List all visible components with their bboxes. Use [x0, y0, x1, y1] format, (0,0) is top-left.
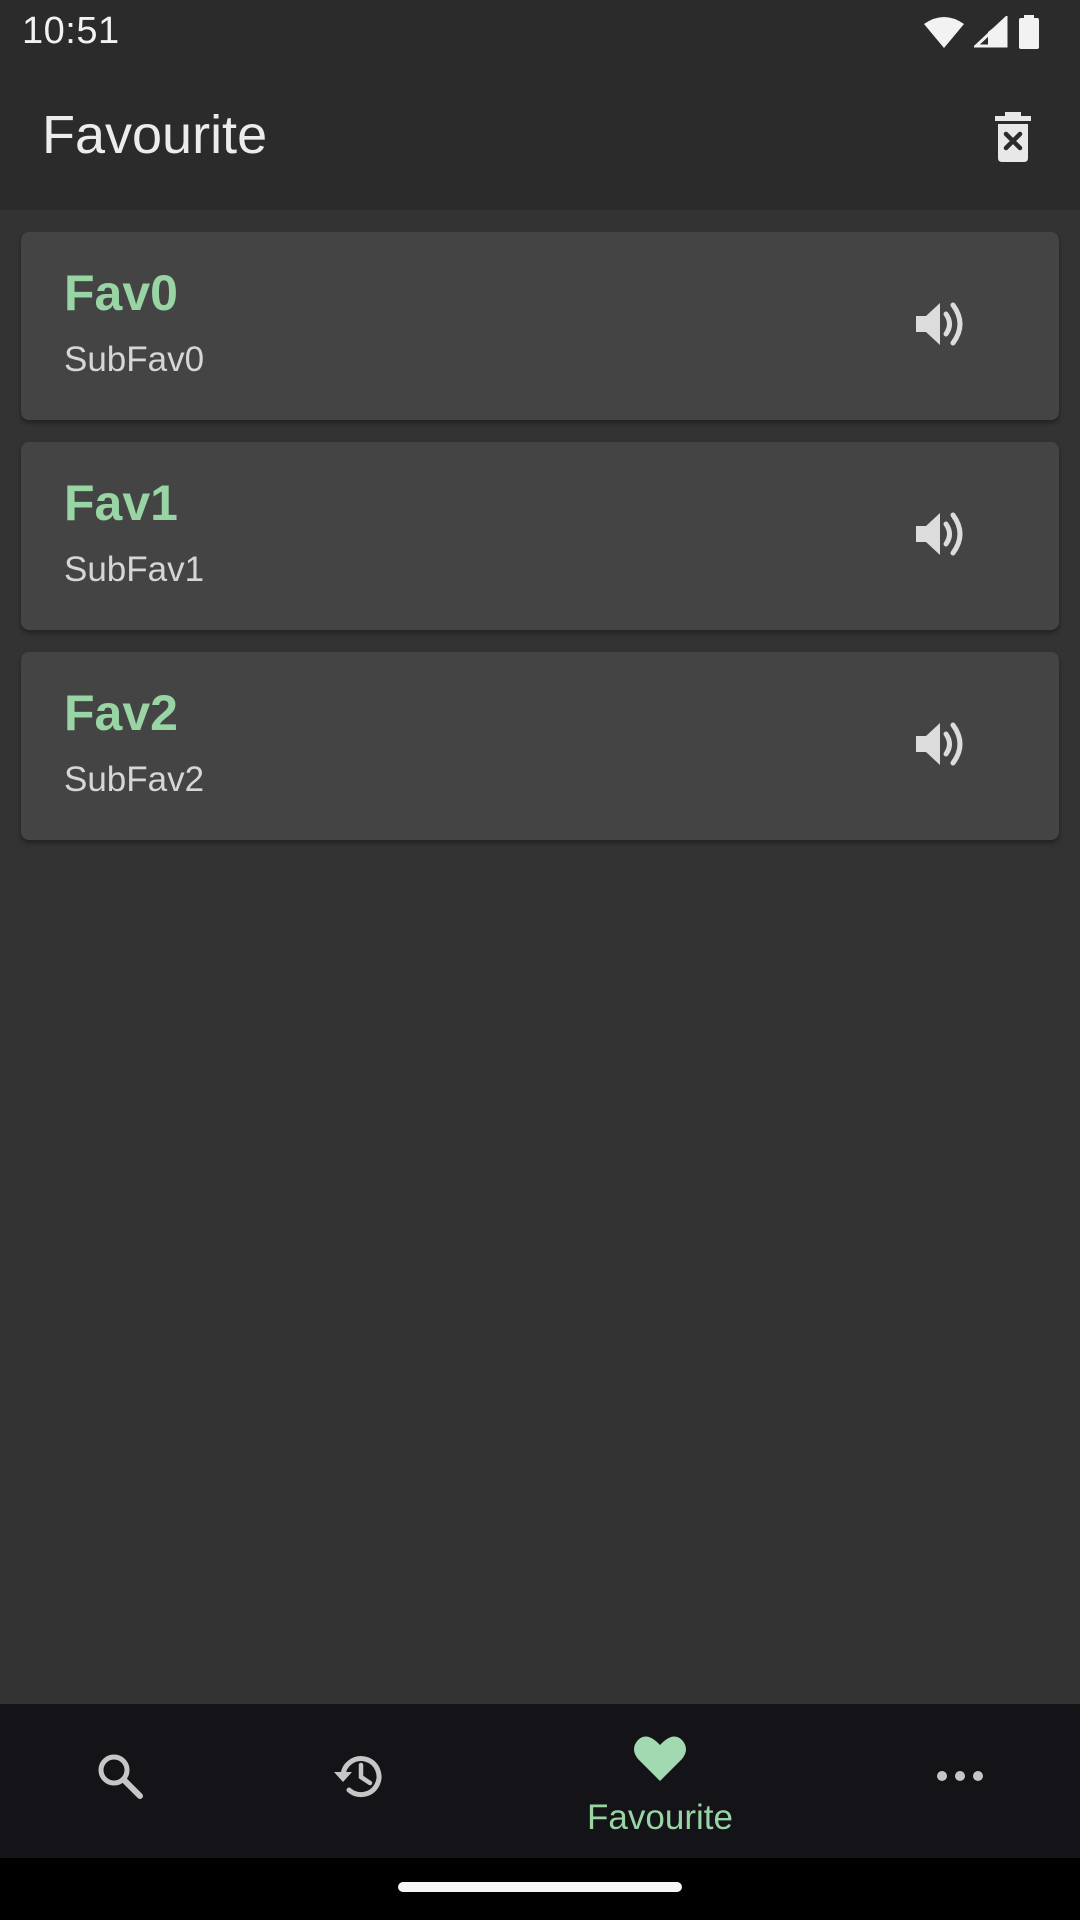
favourite-subtitle: SubFav0 [64, 340, 205, 379]
delete-sweep-icon [993, 111, 1033, 167]
favourite-card[interactable]: Fav1 SubFav1 [21, 442, 1059, 630]
speaker-icon [914, 299, 968, 354]
favourites-list: Fav0 SubFav0 Fav1 SubFav1 Fav2 SubFav2 [21, 232, 1059, 862]
status-bar: 10:51 [0, 0, 1080, 64]
nav-favourite-label: Favourite [587, 1798, 733, 1837]
favourite-card[interactable]: Fav0 SubFav0 [21, 232, 1059, 420]
status-icons [924, 14, 1040, 50]
favourite-title: Fav0 [64, 265, 178, 321]
play-audio-button[interactable] [901, 706, 981, 786]
favourite-title: Fav2 [64, 685, 178, 741]
home-handle[interactable] [398, 1882, 682, 1892]
speaker-icon [914, 509, 968, 564]
page-title: Favourite [42, 105, 268, 165]
bottom-navigation: Favourite [0, 1704, 1080, 1858]
screen: 10:51 Favourite Fav0 SubFav0 Fav1 SubFav… [0, 0, 1080, 1920]
favourite-subtitle: SubFav2 [64, 760, 205, 799]
favourite-subtitle: SubFav1 [64, 550, 205, 589]
search-icon [88, 1744, 152, 1808]
cell-signal-icon [974, 16, 1008, 48]
app-bar: Favourite [0, 64, 1080, 210]
battery-icon [1018, 15, 1040, 49]
nav-search[interactable] [60, 1704, 180, 1858]
more-icon [928, 1744, 992, 1808]
favourite-title: Fav1 [64, 475, 178, 531]
history-icon [328, 1744, 392, 1808]
play-audio-button[interactable] [901, 286, 981, 366]
nav-history[interactable] [300, 1704, 420, 1858]
wifi-icon [924, 16, 964, 48]
gesture-bar [0, 1858, 1080, 1920]
nav-favourite[interactable]: Favourite [560, 1704, 760, 1858]
heart-icon [628, 1726, 692, 1790]
clear-favourites-button[interactable] [974, 100, 1052, 178]
nav-more[interactable] [900, 1704, 1020, 1858]
speaker-icon [914, 719, 968, 774]
favourite-card[interactable]: Fav2 SubFav2 [21, 652, 1059, 840]
status-time: 10:51 [22, 10, 120, 52]
play-audio-button[interactable] [901, 496, 981, 576]
